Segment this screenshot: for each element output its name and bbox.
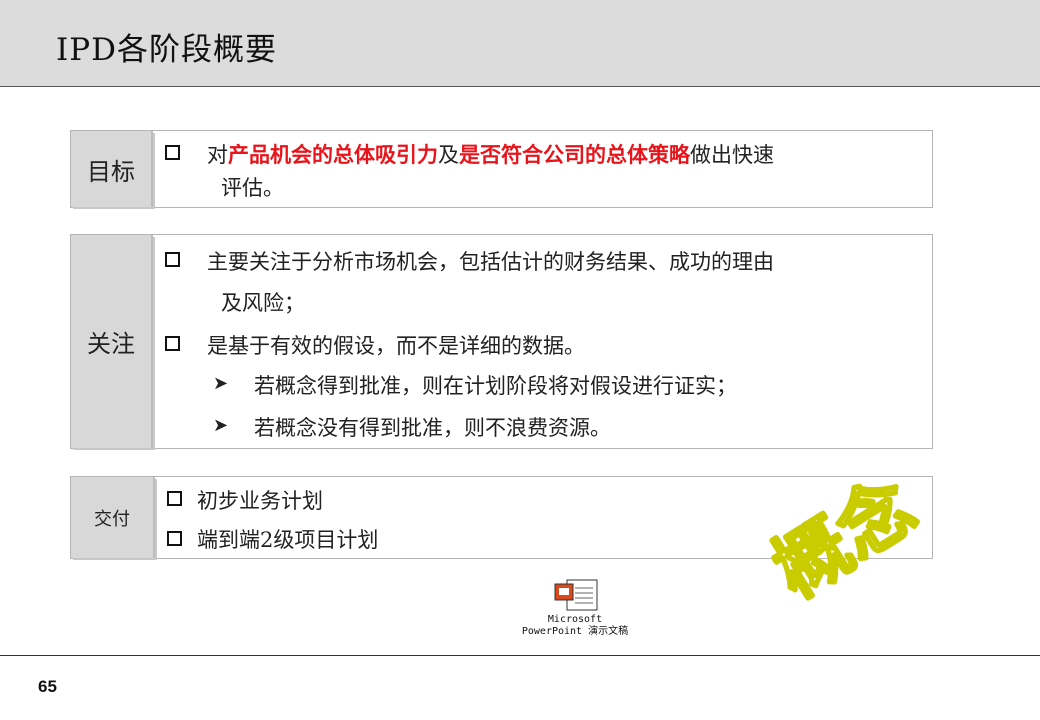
deliver-item-1: 初步业务计划 — [197, 489, 323, 513]
powerpoint-caption[interactable]: Microsoft PowerPoint 演示文稿 — [515, 614, 635, 638]
arrow-bullet-icon: ➤ — [213, 415, 229, 436]
goal-label-text: 目标 — [87, 157, 135, 186]
deliver-label: 交付 — [71, 477, 155, 558]
bullet-square-icon — [167, 491, 182, 506]
arrow-bullet-icon: ➤ — [213, 373, 229, 394]
focus-item-1-line-2: 及风险； — [221, 291, 305, 315]
focus-sub-item-1: 若概念得到批准，则在计划阶段将对假设进行证实； — [254, 374, 737, 398]
goal-line-2: 评估。 — [221, 176, 284, 200]
slide-header: IPD各阶段概要 — [0, 0, 1040, 87]
footer-divider — [0, 655, 1040, 656]
goal-box: 目标 对产品机会的总体吸引力及是否符合公司的总体策略做出快速 评估。 — [70, 130, 933, 208]
deliver-label-text: 交付 — [94, 508, 130, 530]
bullet-square-icon — [165, 336, 180, 351]
bullet-square-icon — [165, 145, 180, 160]
powerpoint-document-icon[interactable] — [553, 578, 599, 612]
focus-item-1-line-1: 主要关注于分析市场机会，包括估计的财务结果、成功的理由 — [207, 250, 774, 274]
page-number: 65 — [38, 677, 57, 696]
stamp-text: 概念 — [759, 470, 922, 610]
focus-label-text: 关注 — [87, 330, 135, 358]
focus-box: 关注 主要关注于分析市场机会，包括估计的财务结果、成功的理由 及风险； 是基于有… — [70, 234, 933, 449]
bullet-square-icon — [167, 531, 182, 546]
slide-title: IPD各阶段概要 — [56, 32, 277, 68]
goal-label: 目标 — [71, 131, 153, 207]
focus-sub-item-2: 若概念没有得到批准，则不浪费资源。 — [254, 416, 611, 440]
focus-label: 关注 — [71, 235, 153, 448]
deliver-item-2: 端到端2级项目计划 — [197, 528, 379, 552]
goal-line-1: 对产品机会的总体吸引力及是否符合公司的总体策略做出快速 — [207, 142, 774, 167]
concept-stamp: 概念 — [757, 470, 922, 610]
bullet-square-icon — [165, 252, 180, 267]
focus-item-2: 是基于有效的假设，而不是详细的数据。 — [207, 334, 585, 358]
